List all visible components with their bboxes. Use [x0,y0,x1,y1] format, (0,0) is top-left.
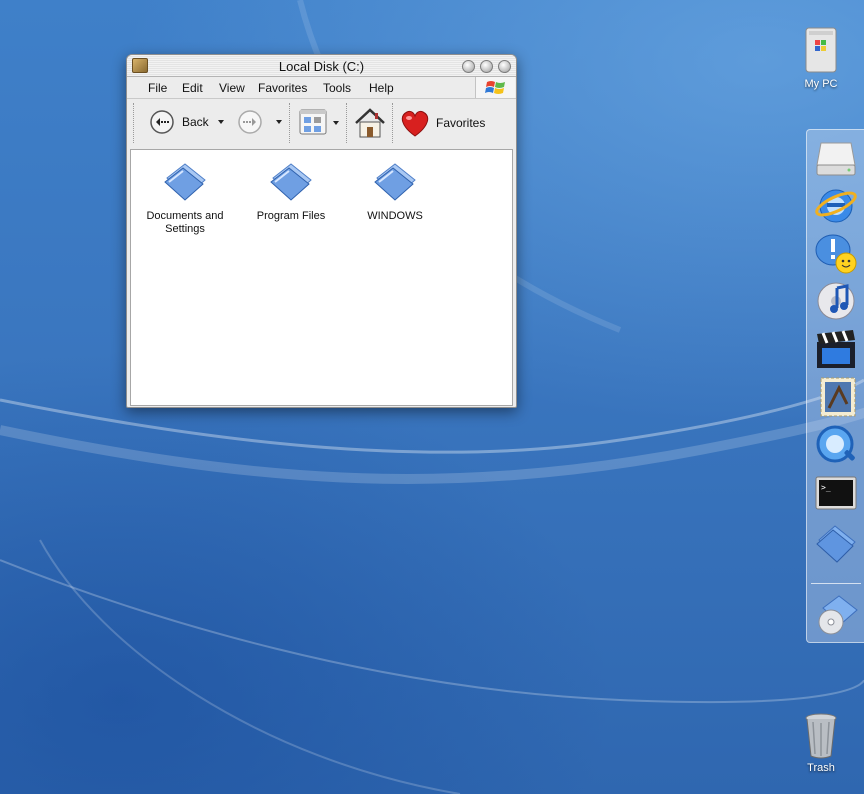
maximize-button[interactable] [480,60,493,73]
menu-help[interactable]: Help [369,81,394,95]
folder-label: Program Files [256,210,326,222]
dock-folder[interactable] [813,520,859,566]
my-pc-label: My PC [804,78,838,90]
forward-button[interactable] [237,109,283,135]
trash-icon [805,713,837,759]
my-pc-desktop-icon[interactable]: My PC [791,26,851,90]
menu-bar: File Edit View Favorites Tools Help [127,77,516,99]
title-bar[interactable]: Local Disk (C:) [127,55,516,77]
trash-label: Trash [807,762,835,774]
dock-itunes[interactable] [813,278,859,324]
itunes-icon [817,282,855,320]
mail-icon [820,377,856,417]
back-dropdown-icon [218,120,224,124]
toolbar-separator [133,103,134,143]
toolbar-separator [289,103,290,143]
disc-burner-icon [818,595,858,635]
dock-hard-drive[interactable] [813,135,859,181]
menu-file[interactable]: File [148,81,167,95]
toolbar-separator [392,103,393,143]
menu-tools[interactable]: Tools [323,81,351,95]
minimize-button[interactable] [462,60,475,73]
dock-mail[interactable] [813,374,859,420]
desktop: My PC Trash >_ Local Disk (C:) File Edit… [0,0,864,794]
dock-messenger[interactable] [813,230,859,276]
trash-desktop-icon[interactable]: Trash [791,712,851,774]
dock-internet-explorer[interactable] [813,182,859,228]
folder-label: Documents and [146,210,224,222]
folder-item[interactable]: WINDOWS [345,160,445,223]
forward-dropdown-icon [276,120,282,124]
folder-icon [270,163,312,201]
internet-explorer-icon [815,189,857,223]
views-button[interactable] [298,107,342,137]
back-arrow-icon [150,110,174,134]
home-button[interactable] [353,106,387,140]
quicktime-icon [816,425,855,463]
hard-drive-icon [816,142,856,176]
toolbar-separator [346,103,347,143]
folder-item[interactable]: Program Files [241,160,341,223]
terminal-icon: >_ [815,476,857,510]
dock-movie-maker[interactable] [813,326,859,372]
dock-separator [811,583,861,584]
folder-icon [164,163,206,201]
dock-quicktime[interactable] [813,422,859,468]
folder-content-area: Documents and Settings Program Files WIN… [130,149,513,406]
dock: >_ [806,129,864,643]
windows-logo [475,77,515,98]
menu-edit[interactable]: Edit [182,81,203,95]
window-title: Local Disk (C:) [278,59,365,74]
menu-favorites[interactable]: Favorites [258,81,307,95]
menu-view[interactable]: View [219,81,245,95]
dock-disc-burner[interactable] [813,592,859,638]
folder-icon [816,525,856,563]
views-dropdown-icon [333,121,339,125]
favorites-label: Favorites [436,116,486,130]
messenger-icon [815,234,857,274]
folder-label: WINDOWS [367,210,423,222]
folder-icon [374,163,416,201]
back-label: Back [182,115,209,129]
close-button[interactable] [498,60,511,73]
folder-label: Settings [165,223,205,235]
movie-maker-icon [817,330,855,368]
favorites-button[interactable]: Favorites [399,108,491,138]
dock-terminal[interactable]: >_ [813,470,859,516]
back-button[interactable]: Back [149,109,229,135]
forward-arrow-icon [238,110,262,134]
toolbar: Back Favorites [127,99,516,147]
computer-icon [805,27,837,73]
folder-item[interactable]: Documents and Settings [135,160,235,236]
heart-icon [401,110,429,137]
windows-flag-icon [485,81,505,94]
views-icon [299,109,327,135]
home-icon [355,108,385,138]
svg-text:>_: >_ [821,483,831,492]
explorer-window: Local Disk (C:) File Edit View Favorites… [126,54,517,408]
